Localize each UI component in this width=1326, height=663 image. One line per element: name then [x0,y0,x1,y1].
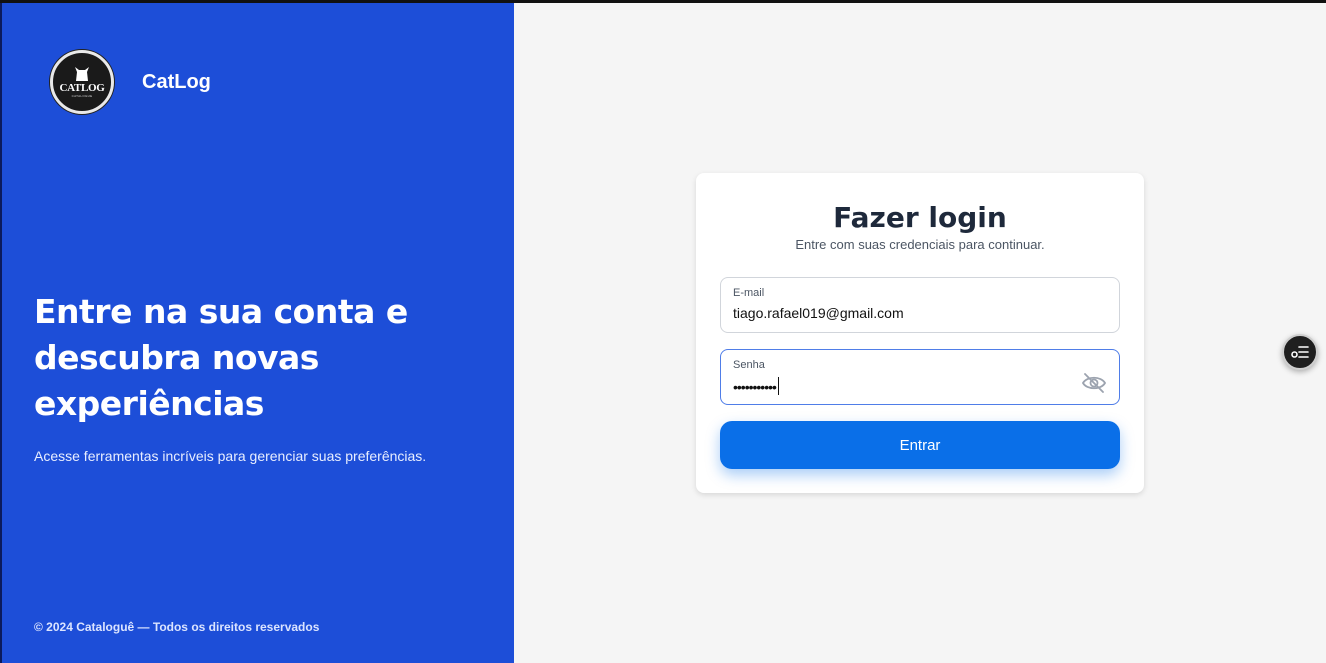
hero-subtitle: Acesse ferramentas incríveis para gerenc… [34,448,427,464]
hero-title: Entre na sua conta e descubra novas expe… [34,292,408,423]
logo: CATLOG CATALOGUE [50,50,114,114]
login-subtitle: Entre com suas credenciais para continua… [795,237,1045,252]
login-button[interactable]: Entrar [720,421,1120,469]
floating-action-button[interactable] [1282,334,1318,370]
logo-subtext: CATALOGUE [71,94,93,98]
logo-text: CATLOG [59,82,105,94]
password-field[interactable]: Senha ••••••••••• [720,349,1120,405]
eye-off-icon[interactable] [1081,372,1107,394]
copyright: © 2024 Cataloguê — Todos os direitos res… [34,620,320,634]
password-value: ••••••••••• [733,379,777,395]
list-settings-icon [1291,346,1309,358]
text-caret [777,377,779,395]
login-title: Fazer login [833,201,1007,234]
brand-panel: CATLOG CATALOGUE CatLog Entre na sua con… [0,3,514,663]
brand: CATLOG CATALOGUE CatLog [50,50,211,114]
email-field[interactable]: E-mail [720,277,1120,333]
cat-icon [75,67,89,81]
brand-name: CatLog [142,70,211,93]
password-label: Senha [733,359,765,371]
password-input[interactable]: ••••••••••• [733,377,779,395]
email-label: E-mail [733,287,765,299]
email-input[interactable] [733,305,1073,321]
login-card: Fazer login Entre com suas credenciais p… [696,173,1144,493]
